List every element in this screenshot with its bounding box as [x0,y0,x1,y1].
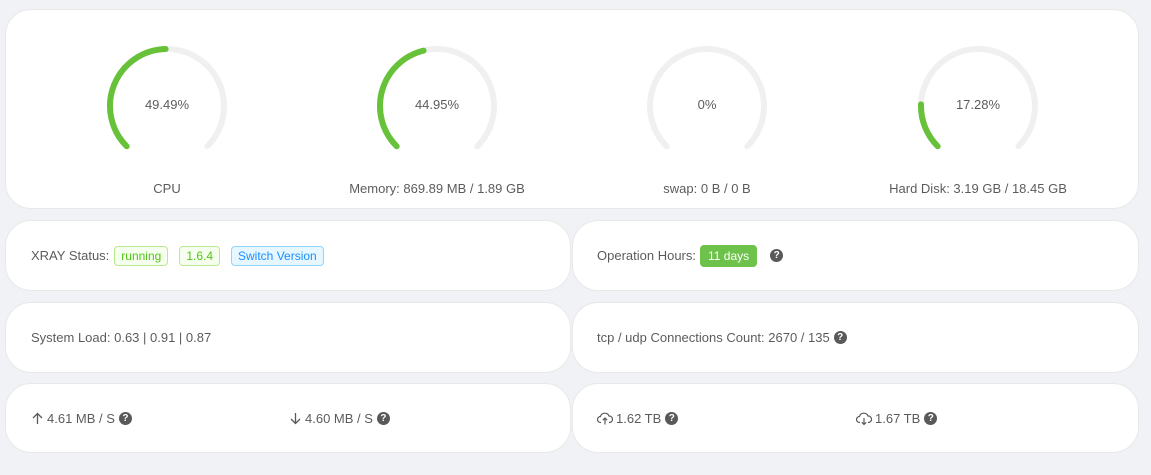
cloud-upload-icon [597,412,613,424]
resource-gauges-card: 49.49% CPU 44.95% Memory: 869.89 MB / 1.… [5,9,1139,209]
arrow-down-icon [290,412,301,424]
cpu-label: CPU [153,181,181,196]
disk-percent: 17.28% [955,97,1001,112]
swap-percent: 0% [697,97,717,112]
disk-label: Hard Disk: 3.19 GB / 18.45 GB [889,181,1067,196]
disk-gauge: 17.28% Hard Disk: 3.19 GB / 18.45 GB [848,43,1108,196]
cloud-download-icon [856,412,872,425]
question-icon[interactable]: ? [924,411,938,425]
switch-version-button[interactable]: Switch Version [231,245,324,266]
question-icon[interactable]: ? [118,411,132,425]
question-icon[interactable]: ? [833,331,847,344]
system-load-text: System Load: 0.63 | 0.91 | 0.87 [31,330,212,345]
question-icon[interactable]: ? [665,411,679,425]
connections-text: tcp / udp Connections Count: 2670 / 135 [597,330,830,345]
network-traffic-card: 1.62 TB ? 1.67 TB ? [572,383,1139,453]
swap-gauge: 0% swap: 0 B / 0 B [577,43,837,196]
memory-gauge: 44.95% Memory: 869.89 MB / 1.89 GB [307,43,567,196]
xray-status-label: XRAY Status: [31,248,110,263]
operation-hours-value: 11 days [700,244,758,267]
xray-status-card: XRAY Status: running 1.6.4 Switch Versio… [5,220,571,291]
xray-running-tag: running [114,245,169,266]
traffic-sent: 1.62 TB [616,410,662,426]
operation-hours-card: Operation Hours: 11 days ? [572,220,1139,291]
cpu-percent: 49.49% [144,97,190,112]
upload-speed: 4.61 MB / S [47,410,115,426]
question-icon[interactable]: ? [376,411,390,425]
question-icon[interactable]: ? [770,249,784,262]
traffic-received: 1.67 TB [875,410,921,426]
download-speed: 4.60 MB / S [305,410,373,426]
network-speed-card: 4.61 MB / S ? 4.60 MB / S ? [5,383,571,453]
memory-percent: 44.95% [414,97,460,112]
operation-hours-label: Operation Hours: [597,248,696,263]
connections-card: tcp / udp Connections Count: 2670 / 135 … [572,302,1139,373]
cpu-gauge: 49.49% CPU [37,43,297,196]
swap-label: swap: 0 B / 0 B [663,181,751,196]
system-load-card: System Load: 0.63 | 0.91 | 0.87 [5,302,571,373]
arrow-up-icon [32,412,43,424]
memory-label: Memory: 869.89 MB / 1.89 GB [349,181,525,196]
xray-version-tag: 1.6.4 [179,245,221,266]
